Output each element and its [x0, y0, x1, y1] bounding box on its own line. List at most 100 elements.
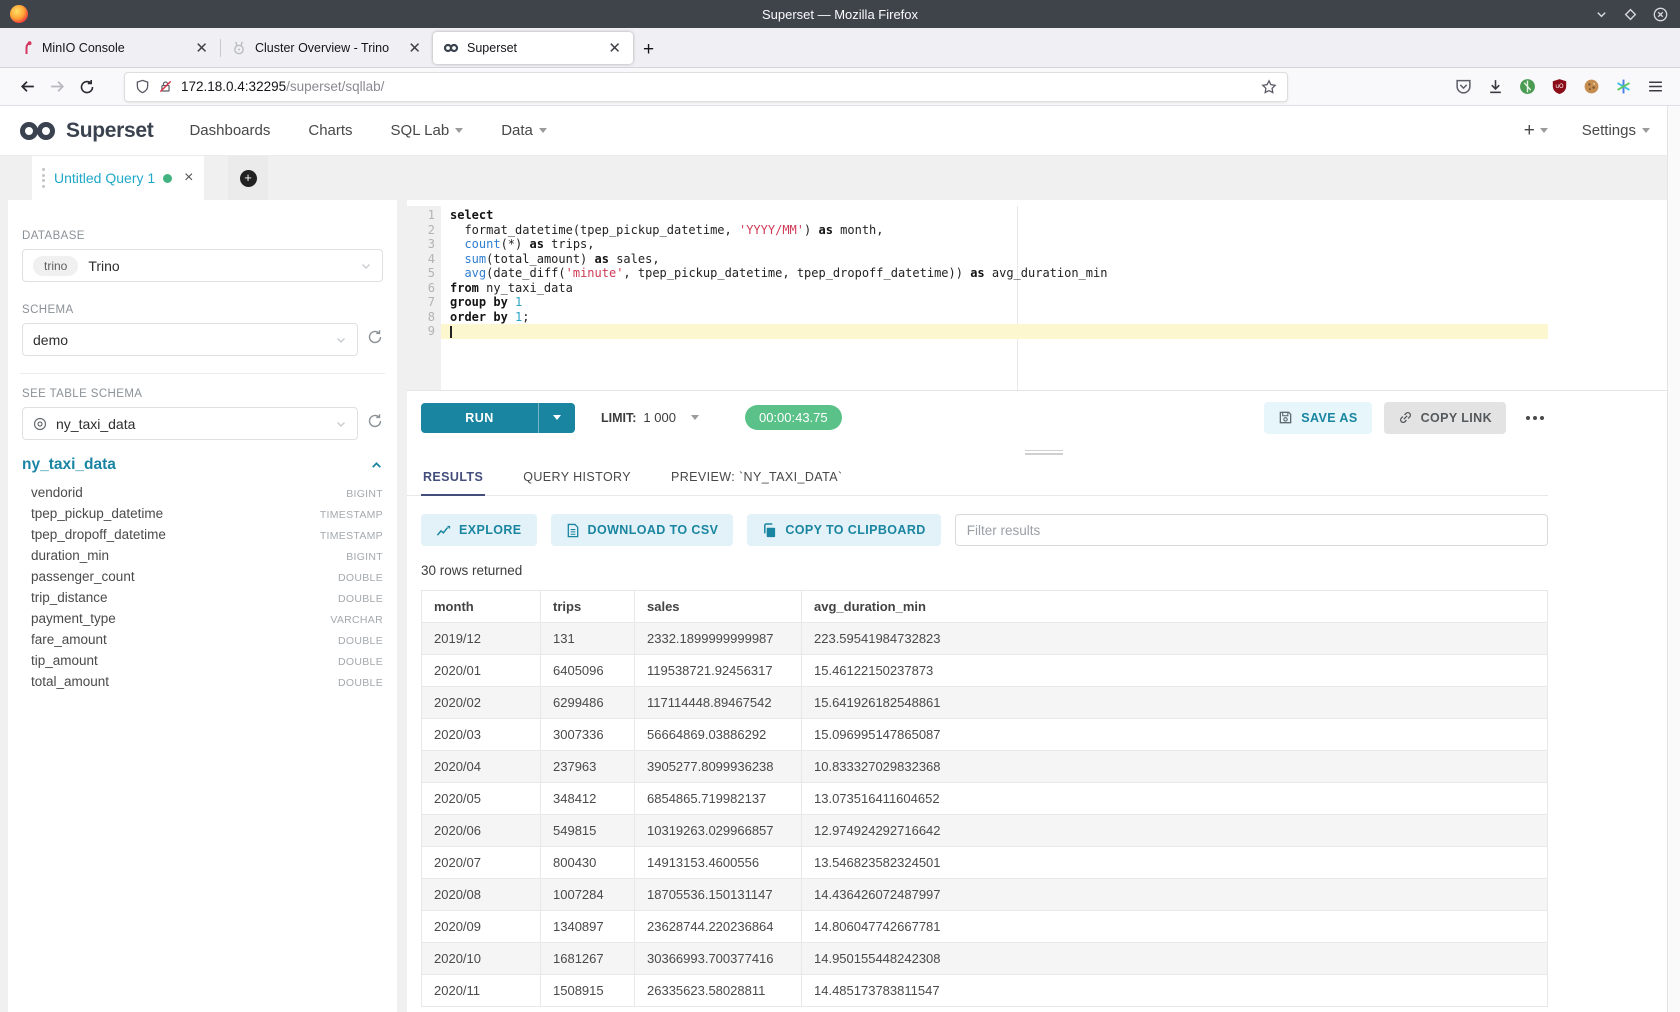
new-item-button[interactable]: + [1524, 120, 1548, 142]
tab-close-icon[interactable]: ✕ [193, 39, 210, 57]
extension-green-icon[interactable] [1519, 78, 1536, 95]
copy-link-button[interactable]: COPY LINK [1384, 402, 1506, 434]
page-scrollbar[interactable] [1667, 106, 1680, 1012]
code-line[interactable]: sum(total_amount) as sales, [441, 252, 1548, 267]
save-as-button[interactable]: SAVE AS [1264, 402, 1371, 434]
query-tab-close-icon[interactable]: × [184, 169, 193, 187]
tab-preview-table[interactable]: PREVIEW: `NY_TAXI_DATA` [669, 460, 845, 495]
run-options-button[interactable] [539, 403, 575, 433]
chevron-down-icon [335, 418, 347, 430]
code-line[interactable]: group by 1 [441, 295, 1548, 310]
code-line[interactable]: format_datetime(tpep_pickup_datetime, 'Y… [441, 223, 1548, 238]
code-token [508, 310, 515, 324]
browser-tab-superset[interactable]: Superset ✕ [433, 32, 633, 64]
code-line[interactable] [441, 324, 1548, 339]
results-column-header[interactable]: avg_duration_min [802, 591, 1548, 623]
bookmark-star-icon[interactable] [1261, 79, 1277, 95]
database-backend-tag: trino [33, 256, 78, 276]
new-tab-button[interactable]: + [643, 40, 654, 59]
results-column-header[interactable]: trips [541, 591, 635, 623]
query-tab[interactable]: Untitled Query 1 × [32, 156, 204, 200]
superset-logo[interactable]: Superset [16, 119, 153, 143]
tab-query-history[interactable]: QUERY HISTORY [521, 460, 633, 495]
add-query-tab-button[interactable]: + [228, 156, 268, 200]
divider [20, 373, 385, 374]
schema-select[interactable]: demo [22, 323, 358, 356]
refresh-tables-icon[interactable] [367, 413, 383, 434]
table-row: 2020/0654981510319263.02996685712.974924… [422, 815, 1548, 847]
main-pane: 123456789 select format_datetime(tpep_pi… [407, 200, 1680, 1012]
refresh-schemas-icon[interactable] [367, 329, 383, 350]
copy-clipboard-button[interactable]: COPY TO CLIPBOARD [747, 514, 940, 546]
browser-tab-minio[interactable]: MinIO Console ✕ [8, 32, 220, 64]
sql-editor[interactable]: 123456789 select format_datetime(tpep_pi… [407, 206, 1548, 390]
lock-crossed-icon[interactable] [158, 79, 173, 94]
filter-results-input[interactable] [955, 514, 1548, 546]
url-field[interactable]: 172.18.0.4:32295/superset/sqllab/ [124, 72, 1288, 102]
line-number: 2 [407, 223, 435, 238]
explore-button[interactable]: EXPLORE [421, 514, 537, 546]
url-text: 172.18.0.4:32295/superset/sqllab/ [181, 79, 1261, 94]
table-cell: 14.950155448242308 [802, 943, 1548, 975]
results-actions: EXPLORE DOWNLOAD TO CSV COPY TO CLIPBOAR… [407, 496, 1680, 546]
results-column-header[interactable]: sales [635, 591, 802, 623]
code-token [450, 266, 464, 280]
tab-close-icon[interactable]: ✕ [606, 39, 623, 57]
menu-icon[interactable] [1647, 78, 1664, 95]
pane-resizer-handle[interactable] [407, 444, 1680, 460]
code-line[interactable]: order by 1; [441, 310, 1548, 325]
window-minimize-button[interactable] [1595, 8, 1608, 21]
editor-code[interactable]: select format_datetime(tpep_pickup_datet… [441, 206, 1548, 390]
nav-item-sql-lab[interactable]: SQL Lab [391, 122, 464, 139]
table-cell: 13.073516411604652 [802, 783, 1548, 815]
nav-item-data[interactable]: Data [501, 122, 547, 139]
drag-handle-icon[interactable] [42, 168, 45, 188]
table-cell: 1340897 [541, 911, 635, 943]
run-button-label[interactable]: RUN [421, 403, 539, 433]
forward-button[interactable] [42, 73, 72, 101]
code-token [450, 252, 464, 266]
chart-line-icon [436, 523, 451, 538]
column-name: passenger_count [31, 569, 135, 584]
table-accordion-header[interactable]: ny_taxi_data [22, 456, 383, 474]
tab-close-icon[interactable]: ✕ [406, 39, 423, 57]
code-token: sales, [609, 252, 660, 266]
table-cell: 2020/07 [422, 847, 541, 879]
chevron-down-icon [455, 128, 463, 133]
sparkle-extension-icon[interactable] [1615, 78, 1632, 95]
window-maximize-button[interactable] [1624, 8, 1637, 21]
database-select[interactable]: trino Trino [22, 249, 383, 282]
ublock-shield-icon[interactable]: uO [1551, 78, 1568, 95]
window-close-button[interactable] [1653, 7, 1668, 22]
settings-menu[interactable]: Settings [1582, 122, 1650, 139]
code-line[interactable]: from ny_taxi_data [441, 281, 1548, 296]
code-token: select [450, 208, 493, 222]
cookie-icon[interactable] [1583, 78, 1600, 95]
nav-item-charts[interactable]: Charts [308, 122, 352, 139]
reload-button[interactable] [72, 73, 102, 101]
results-column-header[interactable]: month [422, 591, 541, 623]
chevron-up-icon[interactable] [370, 459, 383, 472]
table-select[interactable]: ny_taxi_data [22, 407, 358, 440]
code-line[interactable]: count(*) as trips, [441, 237, 1548, 252]
run-toolbar: RUN LIMIT: 1 000 00:00:43.75 SAVE AS [407, 390, 1680, 444]
code-token: order by [450, 310, 508, 324]
code-token: (date_diff( [486, 266, 565, 280]
shield-icon[interactable] [135, 79, 150, 94]
chevron-down-icon [335, 334, 347, 346]
code-line[interactable]: avg(date_diff('minute', tpep_pickup_date… [441, 266, 1548, 281]
nav-item-dashboards[interactable]: Dashboards [189, 122, 270, 139]
column-row: tpep_dropoff_datetimeTIMESTAMP [22, 527, 383, 548]
download-csv-button[interactable]: DOWNLOAD TO CSV [551, 514, 734, 546]
browser-tab-trino[interactable]: Cluster Overview - Trino ✕ [221, 32, 433, 64]
download-icon[interactable] [1487, 78, 1504, 95]
run-button[interactable]: RUN [421, 403, 575, 433]
back-button[interactable] [12, 73, 42, 101]
code-line[interactable]: select [441, 208, 1548, 223]
tab-results[interactable]: RESULTS [421, 460, 485, 495]
limit-dropdown[interactable]: LIMIT: 1 000 [601, 410, 699, 425]
pocket-icon[interactable] [1455, 78, 1472, 95]
browser-titlebar: Superset — Mozilla Firefox [0, 0, 1680, 28]
column-name: fare_amount [31, 632, 107, 647]
more-options-button[interactable] [1522, 410, 1548, 426]
